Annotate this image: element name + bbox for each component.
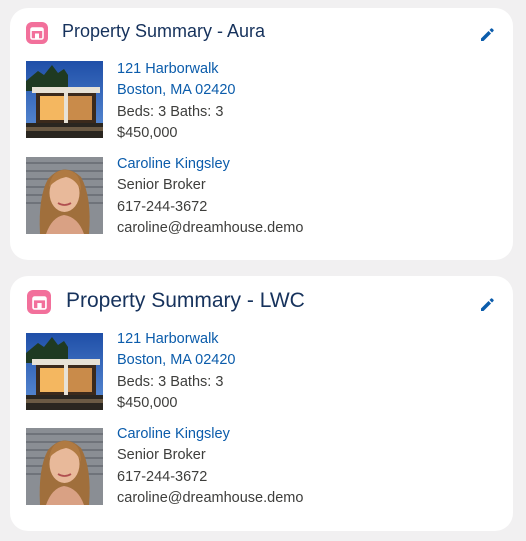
edit-button[interactable]	[476, 24, 498, 46]
price: $450,000	[117, 124, 178, 141]
property-summary-card-aura: Property Summary - Aura 121 Harborwalk B…	[10, 8, 513, 260]
address-line1-link[interactable]: 121 Harborwalk	[117, 329, 236, 350]
property-icon	[26, 22, 48, 44]
address-line1-link[interactable]: 121 Harborwalk	[117, 59, 236, 80]
beds-baths: Beds: 3 Baths: 3	[117, 373, 224, 390]
address-line2-link[interactable]: Boston, MA 02420	[117, 80, 236, 101]
property-icon	[27, 290, 51, 314]
card-title: Property Summary - Aura	[62, 21, 266, 41]
card-title: Property Summary - LWC	[66, 289, 305, 312]
address-line2-link[interactable]: Boston, MA 02420	[117, 350, 236, 371]
pencil-icon	[481, 298, 494, 311]
broker-info: Caroline Kingsley Senior Broker 617-244-…	[117, 154, 303, 239]
broker-email: caroline@dreamhouse.demo	[117, 219, 304, 236]
broker-photo[interactable]	[26, 428, 103, 505]
property-photo[interactable]	[26, 61, 103, 138]
broker-photo[interactable]	[26, 157, 103, 234]
property-photo[interactable]	[26, 333, 103, 410]
property-summary-card-lwc: Property Summary - LWC 121 Harborwalk Bo…	[10, 276, 513, 531]
broker-email: caroline@dreamhouse.demo	[117, 489, 304, 506]
property-info: 121 Harborwalk Boston, MA 02420 Beds: 3 …	[117, 59, 236, 144]
broker-phone: 617-244-3672	[117, 468, 208, 485]
edit-button[interactable]	[476, 294, 498, 316]
broker-title: Senior Broker	[117, 447, 206, 464]
broker-phone: 617-244-3672	[117, 198, 208, 215]
price: $450,000	[117, 394, 178, 411]
broker-title: Senior Broker	[117, 177, 206, 194]
pencil-icon	[481, 28, 494, 41]
beds-baths: Beds: 3 Baths: 3	[117, 103, 224, 120]
broker-name-link[interactable]: Caroline Kingsley	[117, 424, 303, 445]
broker-name-link[interactable]: Caroline Kingsley	[117, 154, 303, 175]
property-info: 121 Harborwalk Boston, MA 02420 Beds: 3 …	[117, 329, 236, 414]
broker-info: Caroline Kingsley Senior Broker 617-244-…	[117, 424, 303, 509]
